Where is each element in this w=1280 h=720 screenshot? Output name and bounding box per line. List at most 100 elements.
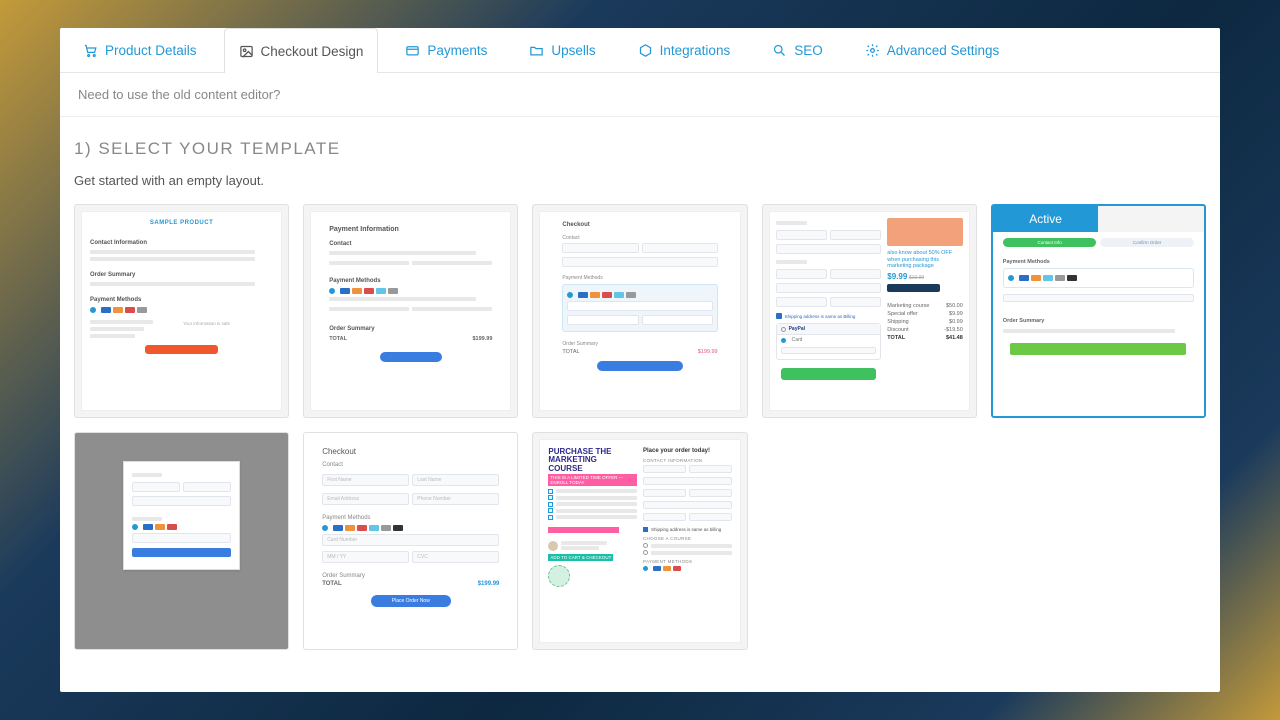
tab-integrations[interactable]: Integrations bbox=[623, 28, 746, 72]
template-card-1[interactable]: SAMPLE PRODUCT Contact Information Order… bbox=[74, 204, 289, 418]
trust-badge-icon bbox=[548, 565, 570, 587]
thumb-section: CHOOSE A COURSE bbox=[643, 536, 732, 541]
template-thumb: Checkout Contact First Name Last Name Em… bbox=[310, 439, 511, 643]
tab-advanced-settings[interactable]: Advanced Settings bbox=[850, 28, 1015, 72]
template-card-8[interactable]: PURCHASE THE MARKETING COURSE THIS IS A … bbox=[532, 432, 747, 650]
thumb-section: Order Summary bbox=[322, 573, 499, 579]
tab-label: Product Details bbox=[105, 43, 197, 58]
tab-bar: Product Details Checkout Design Payments… bbox=[60, 28, 1220, 73]
r: Special offer bbox=[887, 311, 917, 317]
thumb-field: First Name bbox=[322, 474, 409, 486]
thumb-section: Payment Methods bbox=[329, 278, 492, 284]
template-card-4[interactable]: Shipping address is same as Billing PayP… bbox=[762, 204, 977, 418]
thumb-field: Phone Number bbox=[412, 493, 499, 505]
thumb-title: Checkout bbox=[562, 222, 717, 228]
thumb-price: $199.99 bbox=[698, 349, 718, 355]
thumb-title: Checkout bbox=[322, 447, 499, 456]
thumb-ship: Shipping address is same as billing bbox=[651, 527, 721, 532]
thumb-section: Payment Methods bbox=[562, 275, 717, 281]
thumb-button bbox=[145, 345, 218, 354]
v: $0.99 bbox=[949, 319, 963, 325]
hex-icon bbox=[638, 43, 653, 58]
template-thumb: Contact Info Confirm Order Payment Metho… bbox=[993, 232, 1204, 416]
tab-label: Payments bbox=[427, 43, 487, 58]
v: $41.48 bbox=[946, 335, 963, 341]
template-card-5-active[interactable]: Active Contact Info Confirm Order Paymen… bbox=[991, 204, 1206, 418]
tab-label: SEO bbox=[794, 43, 823, 58]
thumb-oldprice: $19.99 bbox=[909, 275, 924, 281]
template-card-2[interactable]: Payment Information Contact Payment Meth… bbox=[303, 204, 518, 418]
thumb-section: Order Summary bbox=[90, 272, 273, 278]
thumb-field: Last Name bbox=[412, 474, 499, 486]
thumb-price: $9.99 bbox=[887, 272, 907, 281]
thumb-button bbox=[380, 352, 442, 362]
main-panel: Product Details Checkout Design Payments… bbox=[60, 28, 1220, 692]
thumb-section: Contact bbox=[329, 241, 492, 247]
section-subtitle: Get started with an empty layout. bbox=[74, 173, 1206, 188]
thumb-promo: also know about 50% OFF when purchasing … bbox=[887, 250, 963, 270]
thumb-tagline bbox=[887, 284, 940, 292]
r: Discount bbox=[887, 327, 908, 333]
tab-upsells[interactable]: Upsells bbox=[514, 28, 610, 72]
thumb-price: $199.99 bbox=[473, 336, 493, 342]
thumb-highlight bbox=[548, 527, 619, 533]
thumb-section: Payment Methods bbox=[322, 515, 499, 521]
thumb-section: Payment Methods bbox=[90, 297, 273, 303]
old-editor-link[interactable]: Need to use the old content editor? bbox=[60, 73, 1220, 117]
thumb-section: Contact bbox=[322, 462, 499, 468]
thumb-field: Card Number bbox=[322, 534, 499, 546]
folder-icon bbox=[529, 43, 544, 58]
section-title: 1) SELECT YOUR TEMPLATE bbox=[74, 139, 1206, 159]
template-grid: SAMPLE PRODUCT Contact Information Order… bbox=[74, 204, 1206, 650]
thumb-section: Order Summary bbox=[1003, 318, 1194, 324]
thumb-ship: Shipping address is same as Billing bbox=[785, 314, 856, 319]
gear-icon bbox=[865, 43, 880, 58]
template-card-6[interactable] bbox=[74, 432, 289, 650]
template-thumb: SAMPLE PRODUCT Contact Information Order… bbox=[81, 211, 282, 411]
thumb-total: TOTAL bbox=[562, 349, 579, 355]
thumb-card: Card bbox=[792, 337, 803, 343]
thumb-button bbox=[132, 548, 231, 557]
tab-payments[interactable]: Payments bbox=[390, 28, 502, 72]
tab-checkout-design[interactable]: Checkout Design bbox=[224, 28, 379, 73]
old-editor-text: Need to use the old content editor? bbox=[78, 87, 280, 102]
template-thumb: Payment Information Contact Payment Meth… bbox=[310, 211, 511, 411]
active-badge: Active bbox=[993, 206, 1099, 232]
tab-product-details[interactable]: Product Details bbox=[68, 28, 212, 72]
thumb-button bbox=[1010, 343, 1186, 355]
step-off: Confirm Order bbox=[1100, 238, 1194, 247]
r: Shipping bbox=[887, 319, 908, 325]
template-thumb bbox=[123, 461, 240, 570]
template-thumb: Shipping address is same as Billing PayP… bbox=[769, 211, 970, 411]
thumb-section: Order Summary bbox=[562, 341, 717, 347]
thumb-button bbox=[781, 368, 876, 380]
search-icon bbox=[772, 43, 787, 58]
content-area: 1) SELECT YOUR TEMPLATE Get started with… bbox=[60, 117, 1220, 692]
card-icon bbox=[405, 43, 420, 58]
thumb-hdr: COURSE bbox=[548, 465, 637, 473]
thumb-button: Place Order Now bbox=[371, 595, 451, 607]
thumb-title: Payment Information bbox=[329, 226, 492, 233]
thumb-field: MM / YY bbox=[322, 551, 409, 563]
tab-label: Advanced Settings bbox=[887, 43, 1000, 58]
tab-label: Integrations bbox=[660, 43, 731, 58]
v: $50.00 bbox=[946, 303, 963, 309]
thumb-price: $199.99 bbox=[478, 581, 500, 587]
thumb-total: TOTAL bbox=[322, 581, 341, 587]
thumb-paypal: PayPal bbox=[789, 326, 805, 332]
template-thumb: PURCHASE THE MARKETING COURSE THIS IS A … bbox=[539, 439, 740, 643]
thumb-total: TOTAL bbox=[329, 336, 347, 342]
r: TOTAL bbox=[887, 335, 905, 341]
thumb-section: Payment Methods bbox=[1003, 259, 1194, 265]
thumb-highlight: THIS IS A LIMITED TIME OFFER — ENROLL TO… bbox=[548, 474, 637, 486]
template-card-7[interactable]: Checkout Contact First Name Last Name Em… bbox=[303, 432, 518, 650]
thumb-cta: ADD TO CART & CHECKOUT bbox=[548, 554, 613, 561]
v: -$19.50 bbox=[944, 327, 963, 333]
image-icon bbox=[239, 44, 254, 59]
template-card-3[interactable]: Checkout Contact Payment Methods Order S… bbox=[532, 204, 747, 418]
r: Marketing course bbox=[887, 303, 929, 309]
thumb-button bbox=[597, 361, 682, 371]
template-thumb: Checkout Contact Payment Methods Order S… bbox=[539, 211, 740, 411]
tab-label: Upsells bbox=[551, 43, 595, 58]
tab-seo[interactable]: SEO bbox=[757, 28, 838, 72]
